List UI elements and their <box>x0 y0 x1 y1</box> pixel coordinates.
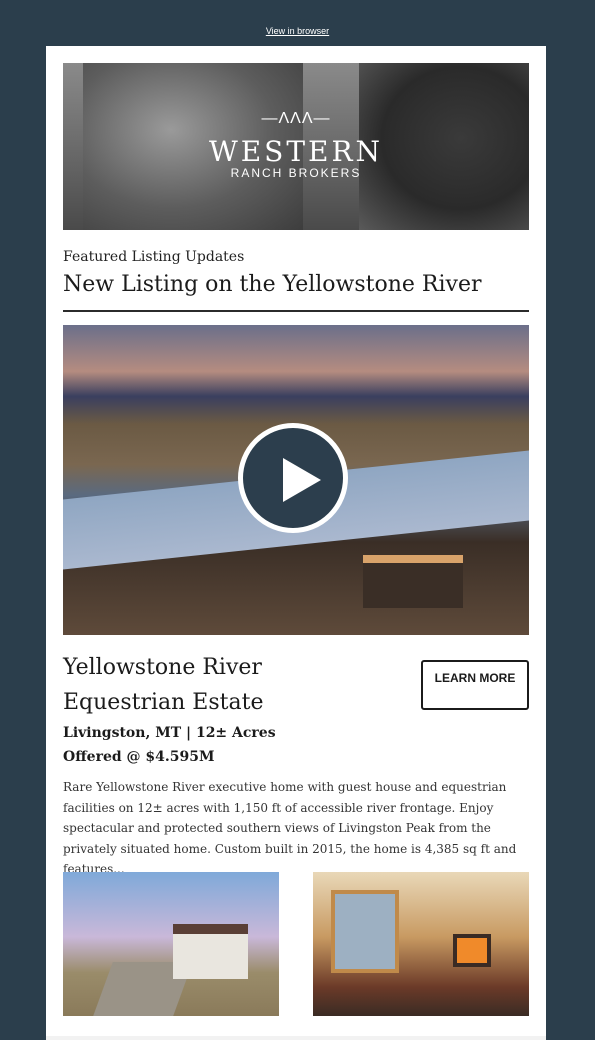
fireplace-scene <box>453 934 491 967</box>
divider <box>63 310 529 312</box>
window-scene <box>331 890 399 973</box>
view-in-browser-link[interactable]: View in browser <box>0 26 595 36</box>
hero-banner: —ΛΛΛ— WESTERN RANCH BROKERS <box>63 63 529 230</box>
section-headline: New Listing on the Yellowstone River <box>63 272 482 297</box>
play-icon[interactable] <box>238 423 348 533</box>
home-scene <box>173 924 248 979</box>
listing-description: Rare Yellowstone River executive home wi… <box>63 780 517 876</box>
logo-title: WESTERN <box>208 135 384 168</box>
listing-location: Livingston, MT | 12± Acres <box>63 725 276 741</box>
top-bar: View in browser <box>0 0 595 46</box>
learn-more-button[interactable]: LEARN MORE <box>421 660 529 710</box>
logo-mark-icon: —ΛΛΛ— <box>261 110 331 127</box>
house-scene <box>363 555 463 608</box>
email-card: —ΛΛΛ— WESTERN RANCH BROKERS Featured Lis… <box>46 46 546 1040</box>
footer-strip <box>46 1036 546 1040</box>
interior-photo[interactable] <box>313 872 529 1016</box>
listing-title: Yellowstone River Equestrian Estate <box>63 655 264 715</box>
section-eyebrow: Featured Listing Updates <box>63 249 245 265</box>
exterior-photo[interactable] <box>63 872 279 1016</box>
logo-subtitle: RANCH BROKERS <box>230 166 362 180</box>
video-thumbnail[interactable] <box>63 325 529 635</box>
listing-price: Offered @ $4.595M <box>63 749 215 765</box>
